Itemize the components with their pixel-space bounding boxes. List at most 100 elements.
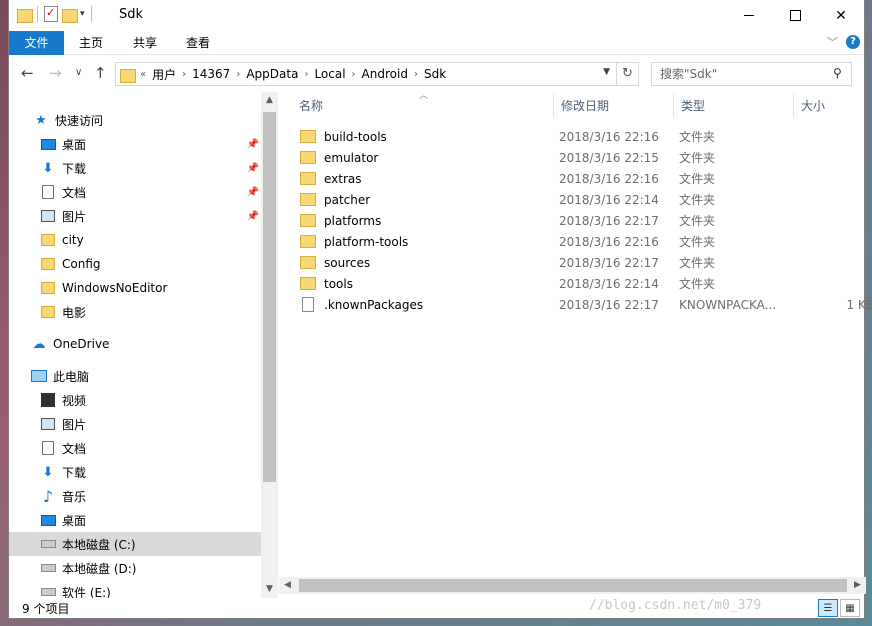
folder-icon bbox=[17, 7, 33, 23]
sidebar-item-movies[interactable]: 电影 bbox=[9, 300, 261, 324]
sidebar-item-documents-pc[interactable]: 文档 bbox=[9, 436, 261, 460]
up-arrow-icon[interactable]: ↑ bbox=[94, 64, 107, 82]
sidebar-item-quick-access[interactable]: ★ 快速访问 bbox=[9, 108, 261, 132]
scrollbar-thumb[interactable] bbox=[263, 112, 276, 482]
chevron-down-icon[interactable]: ▼ bbox=[603, 67, 610, 77]
sidebar-item-label: 音乐 bbox=[62, 489, 87, 504]
file-type: 文件夹 bbox=[679, 130, 716, 144]
scrollbar-thumb[interactable] bbox=[299, 579, 847, 592]
sidebar-item-label: 本地磁盘 (D:) bbox=[62, 561, 137, 576]
column-header-type[interactable]: 类型 bbox=[673, 92, 793, 120]
breadcrumb-chevron-icon[interactable]: › bbox=[236, 69, 240, 80]
help-icon[interactable]: ? bbox=[846, 35, 860, 49]
file-row[interactable]: extras 2018/3/16 22:16 文件夹 bbox=[279, 168, 866, 189]
maximize-button[interactable] bbox=[772, 0, 818, 31]
sidebar-scrollbar[interactable]: ▲ ▼ bbox=[261, 92, 278, 598]
breadcrumb-segment[interactable]: 14367 bbox=[192, 67, 230, 81]
file-row[interactable]: build-tools 2018/3/16 22:16 文件夹 bbox=[279, 126, 866, 147]
file-type: 文件夹 bbox=[679, 172, 716, 186]
breadcrumb-segment[interactable]: Sdk bbox=[424, 67, 446, 81]
recent-locations-icon[interactable]: ∨ bbox=[75, 67, 82, 78]
file-name: build-tools bbox=[324, 129, 387, 144]
item-count: 9 个项目 bbox=[22, 602, 70, 616]
column-header-size[interactable]: 大小 bbox=[793, 92, 866, 120]
breadcrumb-chevron-icon[interactable]: › bbox=[304, 69, 308, 80]
breadcrumb-chevron-icon[interactable]: › bbox=[414, 69, 418, 80]
file-type: 文件夹 bbox=[679, 256, 716, 270]
sidebar-item-label: OneDrive bbox=[53, 337, 110, 351]
breadcrumb-segment[interactable]: AppData bbox=[246, 67, 298, 81]
column-header-name[interactable]: 名称 bbox=[291, 92, 555, 120]
new-folder-icon[interactable] bbox=[62, 7, 78, 23]
breadcrumb-segment[interactable]: Android bbox=[362, 67, 408, 81]
file-row[interactable]: .knownPackages 2018/3/16 22:17 KNOWNPACK… bbox=[279, 294, 872, 315]
sidebar-item-windowsnoeditor[interactable]: WindowsNoEditor bbox=[9, 276, 261, 300]
tab-view[interactable]: 查看 bbox=[180, 31, 216, 55]
scroll-right-icon[interactable]: ▶ bbox=[849, 577, 866, 594]
back-arrow-icon[interactable]: ← bbox=[21, 64, 34, 82]
sidebar-item-downloads-pc[interactable]: ⬇ 下载 bbox=[9, 460, 261, 484]
refresh-icon[interactable]: ↻ bbox=[616, 63, 638, 85]
sidebar-item-music[interactable]: ♪ 音乐 bbox=[9, 484, 261, 508]
sidebar-item-drive-e[interactable]: 软件 (E:) bbox=[9, 580, 261, 598]
search-input[interactable]: 搜索"Sdk" bbox=[651, 62, 852, 86]
document-icon bbox=[42, 185, 54, 199]
breadcrumb-chevron-icon[interactable]: › bbox=[352, 69, 356, 80]
file-row[interactable]: sources 2018/3/16 22:17 文件夹 bbox=[279, 252, 866, 273]
sidebar-item-drive-d[interactable]: 本地磁盘 (D:) bbox=[9, 556, 261, 580]
sidebar-item-desktop-pc[interactable]: 桌面 bbox=[9, 508, 261, 532]
file-name: sources bbox=[324, 255, 371, 270]
file-date: 2018/3/16 22:17 bbox=[559, 213, 659, 228]
pin-icon[interactable]: 📌 bbox=[247, 163, 259, 174]
pin-icon[interactable]: 📌 bbox=[247, 139, 259, 150]
file-row[interactable]: tools 2018/3/16 22:14 文件夹 bbox=[279, 273, 866, 294]
file-list-scrollbar[interactable]: ◀ ▶ bbox=[279, 577, 866, 594]
expand-ribbon-icon[interactable]: ﹀ bbox=[827, 34, 838, 50]
sidebar-item-drive-c[interactable]: 本地磁盘 (C:) bbox=[9, 532, 261, 556]
tab-file[interactable]: 文件 bbox=[9, 31, 64, 55]
details-view-icon[interactable]: ☰ bbox=[818, 599, 838, 617]
sidebar-item-label: 文档 bbox=[62, 441, 87, 456]
close-button[interactable]: ✕ bbox=[818, 0, 864, 31]
large-icons-view-icon[interactable]: ▦ bbox=[840, 599, 860, 617]
forward-arrow-icon[interactable]: → bbox=[49, 64, 62, 82]
pin-icon[interactable]: 📌 bbox=[247, 187, 259, 198]
sidebar-item-config[interactable]: Config bbox=[9, 252, 261, 276]
divider bbox=[90, 6, 92, 22]
sidebar-item-pictures[interactable]: 图片 📌 bbox=[9, 204, 261, 228]
chevron-down-icon[interactable]: ▾ bbox=[80, 9, 85, 19]
breadcrumb-segment[interactable]: Local bbox=[314, 67, 345, 81]
sidebar-item-this-pc[interactable]: 此电脑 bbox=[9, 364, 261, 388]
sidebar-item-documents[interactable]: 文档 📌 bbox=[9, 180, 261, 204]
breadcrumb-segment[interactable]: 用户 bbox=[152, 66, 176, 83]
minimize-button[interactable] bbox=[726, 0, 772, 31]
search-icon[interactable]: ⚲ bbox=[833, 66, 858, 80]
sidebar-item-label: 此电脑 bbox=[53, 369, 90, 384]
breadcrumb-chevron-icon[interactable]: › bbox=[182, 69, 186, 80]
file-row[interactable]: platforms 2018/3/16 22:17 文件夹 bbox=[279, 210, 866, 231]
file-row[interactable]: patcher 2018/3/16 22:14 文件夹 bbox=[279, 189, 866, 210]
status-bar: 9 个项目 //blog.csdn.net/m0_379 ☰ ▦ bbox=[9, 598, 864, 619]
sidebar-item-desktop[interactable]: 桌面 📌 bbox=[9, 132, 261, 156]
file-row[interactable]: platform-tools 2018/3/16 22:16 文件夹 bbox=[279, 231, 866, 252]
tab-home[interactable]: 主页 bbox=[73, 31, 109, 55]
desktop-icon bbox=[40, 514, 56, 526]
tab-share[interactable]: 共享 bbox=[127, 31, 163, 55]
scroll-left-icon[interactable]: ◀ bbox=[279, 577, 296, 594]
sidebar-item-label: 软件 (E:) bbox=[62, 585, 111, 599]
sidebar-item-onedrive[interactable]: ☁ OneDrive bbox=[9, 332, 261, 356]
properties-icon[interactable] bbox=[44, 6, 58, 22]
sidebar-item-videos[interactable]: 视频 bbox=[9, 388, 261, 412]
scroll-down-icon[interactable]: ▼ bbox=[261, 581, 278, 598]
pin-icon[interactable]: 📌 bbox=[247, 211, 259, 222]
sidebar-item-downloads[interactable]: ⬇ 下载 📌 bbox=[9, 156, 261, 180]
file-row[interactable]: emulator 2018/3/16 22:15 文件夹 bbox=[279, 147, 866, 168]
column-header-date[interactable]: 修改日期 bbox=[553, 92, 673, 120]
file-type: 文件夹 bbox=[679, 151, 716, 165]
breadcrumb-overflow[interactable]: « bbox=[140, 69, 146, 80]
drive-icon bbox=[40, 564, 56, 572]
scroll-up-icon[interactable]: ▲ bbox=[261, 92, 278, 109]
address-bar[interactable]: « 用户 › 14367 › AppData › Local › Android… bbox=[115, 62, 639, 86]
sidebar-item-city[interactable]: city bbox=[9, 228, 261, 252]
sidebar-item-pictures-pc[interactable]: 图片 bbox=[9, 412, 261, 436]
